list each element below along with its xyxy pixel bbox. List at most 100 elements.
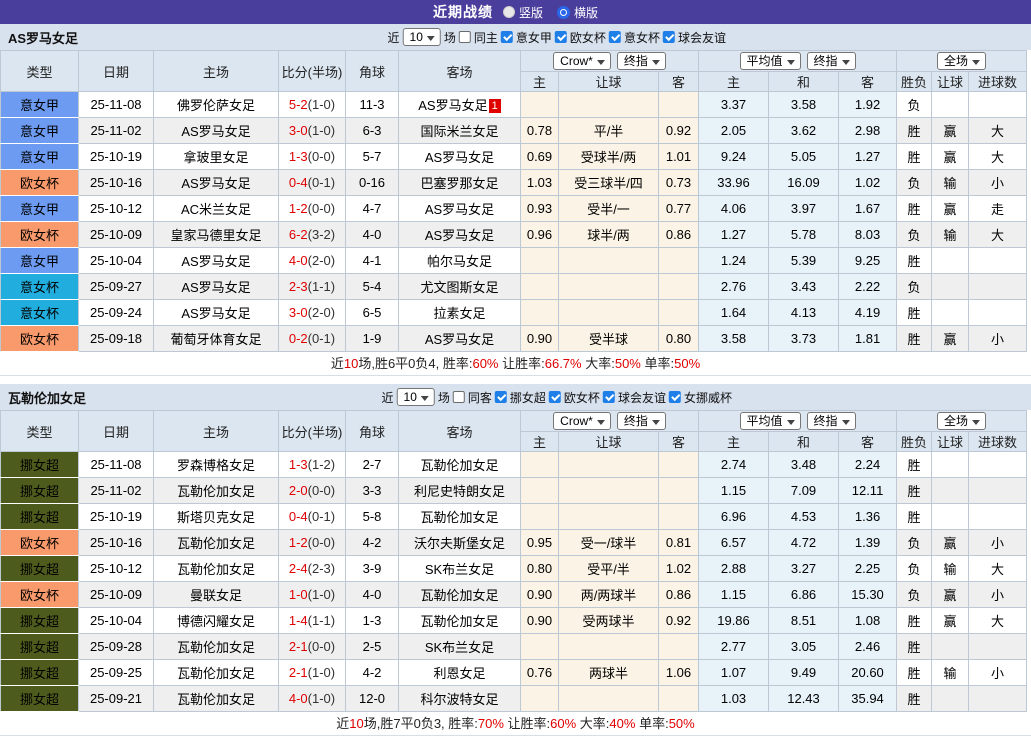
- away-team-cell: 科尔波特女足: [399, 686, 521, 712]
- league-label: 女挪威杯: [684, 389, 732, 406]
- score-fulltime: 1-3: [289, 149, 308, 164]
- match-count-select[interactable]: 10: [397, 388, 435, 406]
- corner-cell: 0-16: [346, 170, 399, 196]
- result-cell: 胜: [897, 196, 932, 222]
- asian-away-odds-cell: 0.80: [659, 326, 699, 352]
- column-header: 主场: [154, 411, 279, 452]
- scope-select[interactable]: 全场: [937, 52, 986, 70]
- goals-result-cell: 小: [969, 660, 1027, 686]
- goals-result-cell: 小: [969, 530, 1027, 556]
- match-row: 欧女杯25-10-16AS罗马女足0-4(0-1)0-16巴塞罗那女足1.03受…: [1, 170, 1027, 196]
- league-4-checkbox-checked[interactable]: [669, 391, 681, 403]
- away-team-cell: AS罗马女足: [399, 222, 521, 248]
- chevron-down-icon: [972, 420, 980, 429]
- away-team-cell: 瓦勒伦加女足: [399, 452, 521, 478]
- results-table: 类型日期主场比分(半场)角球客场Crow*终指平均值终指全场主让球客主和客胜负让…: [0, 50, 1027, 352]
- asian-handicap-cell: [559, 686, 659, 712]
- score-halftime: (2-0): [308, 305, 335, 320]
- layout-radio-horizontal[interactable]: 横版: [557, 4, 598, 21]
- same-venue-checkbox[interactable]: [453, 391, 465, 403]
- score-cell: 2-0(0-0): [279, 478, 346, 504]
- europe-draw-odds-cell: 5.05: [769, 144, 839, 170]
- europe-index-select[interactable]: 终指: [807, 412, 856, 430]
- match-type-cell: 挪女超: [1, 504, 79, 530]
- match-row: 挪女超25-10-19斯塔贝克女足0-4(0-1)5-8瓦勒伦加女足6.964.…: [1, 504, 1027, 530]
- score-fulltime: 2-1: [289, 665, 308, 680]
- asian-home-odds-cell: 0.90: [521, 582, 559, 608]
- team-sections: AS罗马女足近10场同主意女甲欧女杯意女杯球会友谊类型日期主场比分(半场)角球客…: [0, 24, 1031, 736]
- match-row: 挪女超25-11-08罗森博格女足1-3(1-2)2-7瓦勒伦加女足2.743.…: [1, 452, 1027, 478]
- sub-column-header: 和: [769, 432, 839, 452]
- europe-select[interactable]: 平均值: [740, 52, 801, 70]
- result-cell: 负: [897, 274, 932, 300]
- score-fulltime: 4-0: [289, 691, 308, 706]
- europe-index-select[interactable]: 终指: [807, 52, 856, 70]
- europe-select[interactable]: 平均值: [740, 412, 801, 430]
- filter-games-label: 场: [444, 29, 456, 46]
- score-cell: 5-2(1-0): [279, 92, 346, 118]
- score-halftime: (1-0): [308, 665, 335, 680]
- away-team-cell: 国际米兰女足: [399, 118, 521, 144]
- europe-home-odds-cell: 6.57: [699, 530, 769, 556]
- asian-home-odds-cell: 0.90: [521, 608, 559, 634]
- score-fulltime: 5-2: [289, 97, 308, 112]
- company-index-select[interactable]: 终指: [617, 52, 666, 70]
- corner-cell: 12-0: [346, 686, 399, 712]
- europe-draw-odds-cell: 3.58: [769, 92, 839, 118]
- asian-handicap-cell: 受半球: [559, 326, 659, 352]
- europe-draw-odds-cell: 8.51: [769, 608, 839, 634]
- match-count-select-value: 10: [410, 30, 423, 44]
- asian-handicap-cell: [559, 92, 659, 118]
- home-team-cell: AS罗马女足: [154, 118, 279, 144]
- chevron-down-icon: [652, 60, 660, 69]
- league-3-checkbox-checked[interactable]: [603, 391, 615, 403]
- asian-away-odds-cell: [659, 274, 699, 300]
- same-venue-checkbox[interactable]: [459, 31, 471, 43]
- company-select-value: Crow*: [560, 414, 593, 428]
- corner-cell: 4-2: [346, 660, 399, 686]
- league-1-checkbox-checked[interactable]: [495, 391, 507, 403]
- filter-near-label: 近: [388, 29, 400, 46]
- match-count-select[interactable]: 10: [403, 28, 441, 46]
- sub-column-header: 主: [699, 432, 769, 452]
- handicap-result-cell: [932, 686, 969, 712]
- home-team-cell: 瓦勒伦加女足: [154, 556, 279, 582]
- column-header: 类型: [1, 411, 79, 452]
- score-halftime: (1-1): [308, 279, 335, 294]
- league-3-checkbox-checked[interactable]: [609, 31, 621, 43]
- match-date-cell: 25-09-24: [79, 300, 154, 326]
- match-type-cell: 挪女超: [1, 452, 79, 478]
- scope-select[interactable]: 全场: [937, 412, 986, 430]
- asian-home-odds-cell: [521, 452, 559, 478]
- handicap-result-cell: 赢: [932, 196, 969, 222]
- europe-draw-odds-cell: 3.62: [769, 118, 839, 144]
- away-team-name: 拉素女足: [433, 306, 485, 321]
- league-1-checkbox-checked[interactable]: [501, 31, 513, 43]
- europe-away-odds-cell: 1.36: [839, 504, 897, 530]
- handicap-result-cell: 输: [932, 170, 969, 196]
- company-select[interactable]: Crow*: [553, 52, 611, 70]
- section-gap: [0, 376, 1031, 384]
- team-section-1: AS罗马女足近10场同主意女甲欧女杯意女杯球会友谊类型日期主场比分(半场)角球客…: [0, 24, 1031, 376]
- asian-home-odds-cell: 0.93: [521, 196, 559, 222]
- goals-result-cell: [969, 300, 1027, 326]
- company-select[interactable]: Crow*: [553, 412, 611, 430]
- league-2-checkbox-checked[interactable]: [555, 31, 567, 43]
- handicap-result-cell: 赢: [932, 582, 969, 608]
- europe-home-odds-cell: 1.24: [699, 248, 769, 274]
- filter-near-label: 近: [382, 389, 394, 406]
- match-row: 意女甲25-11-02AS罗马女足3-0(1-0)6-3国际米兰女足0.78平/…: [1, 118, 1027, 144]
- layout-radio-vertical[interactable]: 竖版: [503, 4, 543, 21]
- radio-icon: [557, 6, 570, 19]
- score-cell: 2-3(1-1): [279, 274, 346, 300]
- summary-value: 10: [349, 716, 363, 731]
- league-2-checkbox-checked[interactable]: [549, 391, 561, 403]
- score-fulltime: 3-0: [289, 123, 308, 138]
- league-4-checkbox-checked[interactable]: [663, 31, 675, 43]
- company-index-select[interactable]: 终指: [617, 412, 666, 430]
- europe-away-odds-cell: 35.94: [839, 686, 897, 712]
- sub-column-header: 让球: [932, 72, 969, 92]
- europe-index-select-value: 终指: [814, 414, 838, 428]
- asian-home-odds-cell: 0.69: [521, 144, 559, 170]
- away-team-cell: 瓦勒伦加女足: [399, 504, 521, 530]
